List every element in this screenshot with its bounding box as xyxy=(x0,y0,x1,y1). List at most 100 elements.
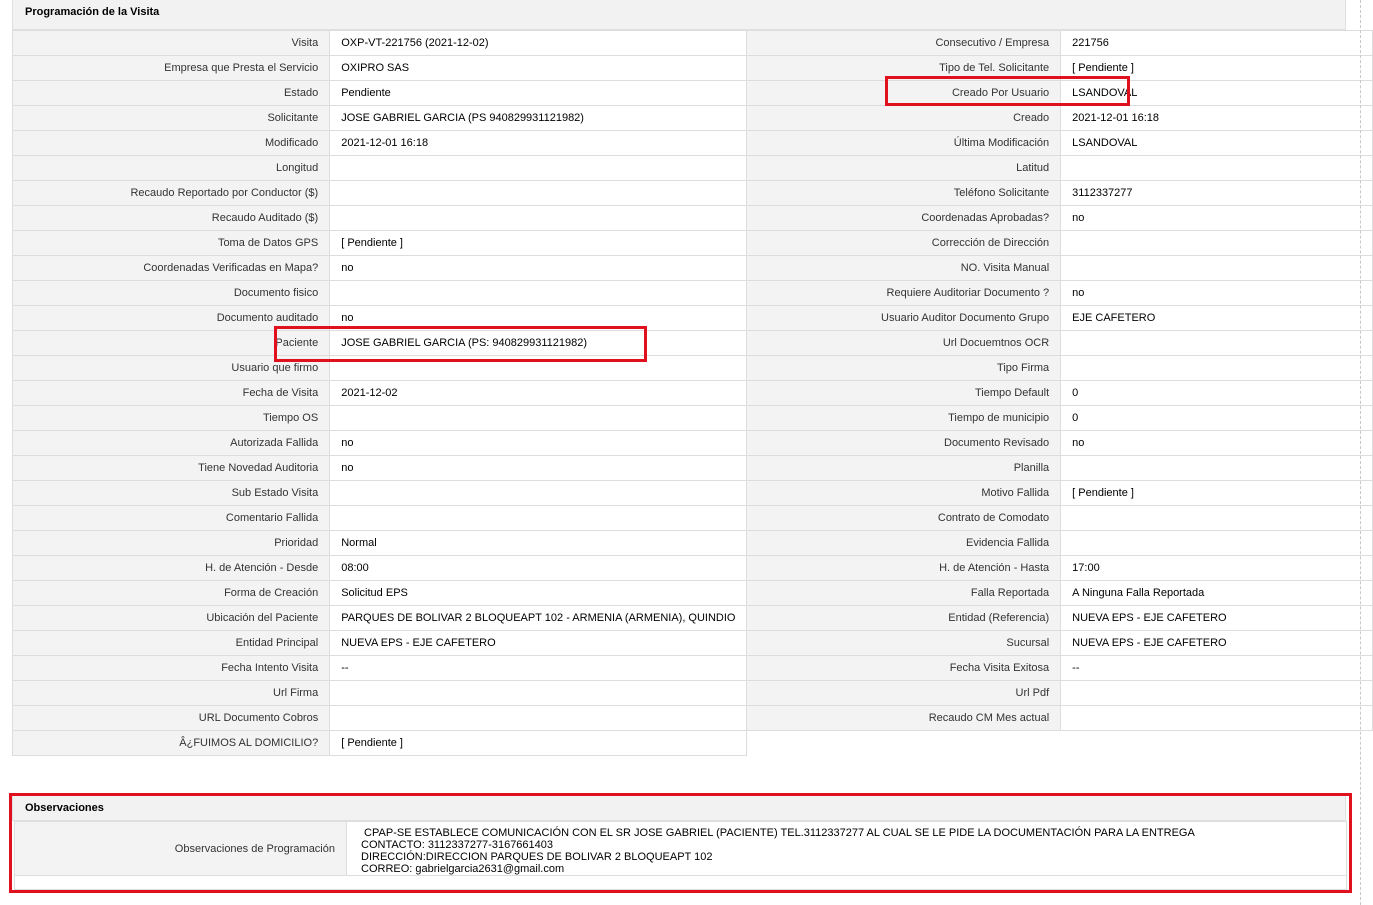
section-header-programacion: Programación de la Visita xyxy=(12,0,1346,30)
field-value: LSANDOVAL xyxy=(1060,80,1373,106)
field-value xyxy=(329,280,748,306)
field-value: 2021-12-01 16:18 xyxy=(329,130,748,156)
table-row: Documento auditado no Usuario Auditor Doc… xyxy=(11,305,1373,331)
field-label: Planilla xyxy=(746,455,1062,481)
field-value xyxy=(329,155,748,181)
field-label: Motivo Fallida xyxy=(746,480,1062,506)
field-label: Tiene Novedad Auditoria xyxy=(11,455,331,481)
field-label: Coordenadas Verificadas en Mapa? xyxy=(11,255,331,281)
field-label: Falla Reportada xyxy=(746,580,1062,606)
field-value: Normal xyxy=(329,530,748,556)
field-label: Ubicación del Paciente xyxy=(11,605,331,631)
table-row: Tiene Novedad Auditoria no Planilla xyxy=(11,455,1373,481)
field-value: no xyxy=(329,305,748,331)
table-row: Comentario Fallida Contrato de Comodato xyxy=(11,505,1373,531)
field-label: Tiempo Default xyxy=(746,380,1062,406)
field-label: Sub Estado Visita xyxy=(11,480,331,506)
table-row: Tiempo OS Tiempo de municipio 0 xyxy=(11,405,1373,431)
field-label: Fecha de Visita xyxy=(11,380,331,406)
field-value xyxy=(1060,505,1373,531)
observaciones-table: Observaciones de Programación CPAP-SE ES… xyxy=(14,821,1347,890)
table-row: Documento fisico Requiere Auditoriar Docu… xyxy=(11,280,1373,306)
field-label: Última Modificación xyxy=(746,130,1062,156)
field-label: Longitud xyxy=(11,155,331,181)
field-value: no xyxy=(1060,280,1373,306)
table-row: Recaudo Auditado ($) Coordenadas Aprobada… xyxy=(11,205,1373,231)
field-label: Â¿FUIMOS AL DOMICILIO? xyxy=(11,730,331,756)
field-label: Url Firma xyxy=(11,680,331,706)
observaciones-text: CPAP-SE ESTABLECE COMUNICACIÓN CON EL SR… xyxy=(346,821,1347,876)
field-value: [ Pendiente ] xyxy=(329,730,748,756)
field-value: Pendiente xyxy=(329,80,748,106)
field-label: Sucursal xyxy=(746,630,1062,656)
field-label: Url Pdf xyxy=(746,680,1062,706)
field-value: no xyxy=(329,255,748,281)
field-value: A Ninguna Falla Reportada xyxy=(1060,580,1373,606)
field-value: [ Pendiente ] xyxy=(1060,55,1373,81)
field-value: JOSE GABRIEL GARCIA (PS 940829931121982) xyxy=(329,105,748,131)
field-value xyxy=(329,180,748,206)
field-label: Evidencia Fallida xyxy=(746,530,1062,556)
field-label: Documento Revisado xyxy=(746,430,1062,456)
field-label: Empresa que Presta el Servicio xyxy=(11,55,331,81)
field-value xyxy=(329,480,748,506)
field-value xyxy=(1060,530,1373,556)
field-value: 0 xyxy=(1060,405,1373,431)
field-value: [ Pendiente ] xyxy=(329,230,748,256)
table-row: Observaciones de Programación CPAP-SE ES… xyxy=(14,821,1347,876)
table-row: Recaudo Reportado por Conductor ($) Teléf… xyxy=(11,180,1373,206)
field-value xyxy=(329,680,748,706)
field-value: no xyxy=(1060,430,1373,456)
page-divider xyxy=(1360,0,1361,905)
field-value: 17:00 xyxy=(1060,555,1373,581)
field-label: Observaciones de Programación xyxy=(14,821,347,876)
table-row: Prioridad Normal Evidencia Fallida xyxy=(11,530,1373,556)
field-value xyxy=(329,355,748,381)
field-value xyxy=(1060,330,1373,356)
field-label: Comentario Fallida xyxy=(11,505,331,531)
field-label: Creado xyxy=(746,105,1062,131)
obs-line: CPAP-SE ESTABLECE COMUNICACIÓN CON EL SR… xyxy=(361,826,1195,839)
table-row: Ubicación del Paciente PARQUES DE BOLIVAR… xyxy=(11,605,1373,631)
field-label: H. de Atención - Desde xyxy=(11,555,331,581)
field-label: Solicitante xyxy=(11,105,331,131)
field-value: NUEVA EPS - EJE CAFETERO xyxy=(329,630,748,656)
field-label: Tipo Firma xyxy=(746,355,1062,381)
field-value: LSANDOVAL xyxy=(1060,130,1373,156)
field-value: Solicitud EPS xyxy=(329,580,748,606)
table-row: Empresa que Presta el Servicio OXIPRO SAS… xyxy=(11,55,1373,81)
field-label: Contrato de Comodato xyxy=(746,505,1062,531)
field-value: NUEVA EPS - EJE CAFETERO xyxy=(1060,630,1373,656)
field-value: no xyxy=(329,430,748,456)
section-title: Programación de la Visita xyxy=(25,6,160,18)
table-row: Estado Pendiente Creado Por Usuario LSANDOV… xyxy=(11,80,1373,106)
field-value: 0 xyxy=(1060,380,1373,406)
field-label: Consecutivo / Empresa xyxy=(746,30,1062,56)
field-label: Url Docuemtnos OCR xyxy=(746,330,1062,356)
table-row: Visita OXP-VT-221756 (2021-12-02) Consecut… xyxy=(11,30,1373,56)
field-label: Forma de Creación xyxy=(11,580,331,606)
field-label: H. de Atención - Hasta xyxy=(746,555,1062,581)
field-value xyxy=(1060,705,1373,731)
field-label: Usuario que firmo xyxy=(11,355,331,381)
field-value: OXIPRO SAS xyxy=(329,55,748,81)
table-row: Fecha Intento Visita -- Fecha Visita Exit… xyxy=(11,655,1373,681)
empty-cell xyxy=(746,730,1373,756)
table-row: Solicitante JOSE GABRIEL GARCIA (PS 94082… xyxy=(11,105,1373,131)
table-row: Url Firma Url Pdf xyxy=(11,680,1373,706)
table-row: Sub Estado Visita Motivo Fallida[ Pendien… xyxy=(11,480,1373,506)
obs-line: DIRECCIÓN:DIRECCION PARQUES DE BOLIVAR 2… xyxy=(361,850,713,863)
field-label: Coordenadas Aprobadas? xyxy=(746,205,1062,231)
field-value xyxy=(1060,355,1373,381)
field-label: Fecha Visita Exitosa xyxy=(746,655,1062,681)
field-label: Documento fisico xyxy=(11,280,331,306)
table-row: Paciente JOSE GABRIEL GARCIA (PS: 9408299… xyxy=(11,330,1373,356)
field-label: Recaudo Auditado ($) xyxy=(11,205,331,231)
field-value: 2021-12-02 xyxy=(329,380,748,406)
table-row: Usuario que firmo Tipo Firma xyxy=(11,355,1373,381)
field-value xyxy=(1060,680,1373,706)
spacer-cell xyxy=(14,875,1347,890)
field-value: 221756 xyxy=(1060,30,1373,56)
field-value: PARQUES DE BOLIVAR 2 BLOQUEAPT 102 - ARM… xyxy=(329,605,748,631)
field-label: Modificado xyxy=(11,130,331,156)
